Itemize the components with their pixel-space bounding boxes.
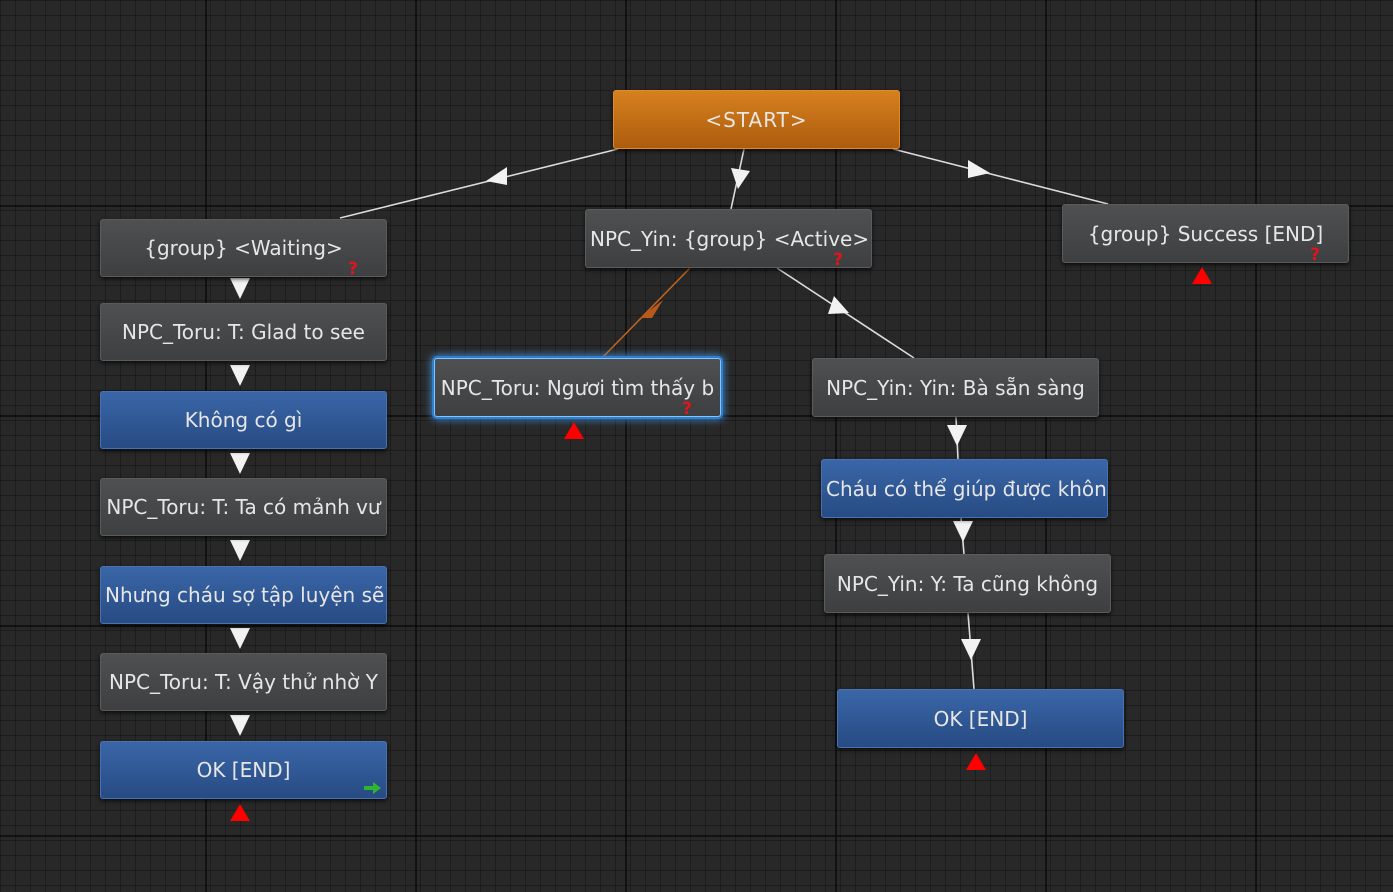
dialogue-node-yin-ta-cung[interactable]: NPC_Yin: Y: Ta cũng không: [824, 554, 1111, 613]
group-active-node[interactable]: NPC_Yin: {group} <Active> ?: [585, 209, 872, 268]
link-arrow-start-success: [968, 160, 990, 178]
link-arrow-start-active: [731, 168, 750, 189]
link-yin-ba-chau: [955, 416, 959, 460]
link-yin-ta-ok: [967, 612, 975, 690]
link-arrow-taco-nhung: [230, 540, 250, 561]
condition-question-icon: ?: [682, 399, 692, 417]
dialogue-node-yin-ba[interactable]: NPC_Yin: Yin: Bà sẵn sàng: [812, 358, 1099, 417]
link-arrow-glad-khong: [230, 365, 250, 386]
group-active-label: NPC_Yin: {group} <Active>: [590, 226, 870, 251]
response-node-label: OK [END]: [933, 706, 1028, 731]
link-arrow-nhung-vay: [230, 628, 250, 649]
dialogue-node-toru-glad[interactable]: NPC_Toru: T: Glad to see: [100, 303, 387, 361]
condition-question-icon: ?: [348, 259, 358, 277]
response-node-chau-co-the[interactable]: Cháu có thể giúp được khôn: [821, 459, 1108, 518]
link-start-waiting: [339, 148, 619, 219]
group-success-label: {group} Success [END]: [1087, 221, 1324, 246]
start-node[interactable]: <START>: [613, 90, 900, 149]
dialogue-node-label: NPC_Yin: Yin: Bà sẵn sàng: [826, 375, 1085, 400]
dialogue-node-label: NPC_Toru: T: Ta có mảnh vư: [106, 495, 381, 519]
end-marker-icon: [966, 753, 986, 770]
link-start-active: [730, 148, 745, 210]
link-start-success: [892, 148, 1109, 205]
response-node-label: Nhưng cháu sợ tập luyện sẽ: [105, 583, 385, 607]
start-node-label: <START>: [705, 107, 808, 132]
response-node-khong-co-gi[interactable]: Không có gì: [100, 391, 387, 449]
response-node-ok-end-right[interactable]: OK [END]: [837, 689, 1124, 748]
link-arrow-active-yin-ba: [828, 296, 849, 314]
dialogue-node-toru-nguoi[interactable]: NPC_Toru: Ngươi tìm thấy b ?: [434, 358, 721, 417]
dialogue-node-label: NPC_Yin: Y: Ta cũng không: [836, 571, 1099, 596]
link-active-yin-ba: [776, 267, 915, 359]
link-chau-yin-ta: [960, 517, 965, 555]
response-node-label: Cháu có thể giúp được khôn: [826, 476, 1107, 501]
dialogue-node-toru-vay[interactable]: NPC_Toru: T: Vậy thử nhờ Y: [100, 653, 387, 711]
group-success-node[interactable]: {group} Success [END] ?: [1062, 204, 1349, 263]
link-arrow-khong-taco: [230, 453, 250, 474]
condition-question-icon: ?: [833, 250, 843, 268]
dialogue-node-label: NPC_Toru: T: Vậy thử nhờ Y: [109, 670, 378, 694]
graph-canvas[interactable]: <START> {group} <Waiting> ? NPC_Yin: {gr…: [0, 0, 1393, 892]
link-arrow-start-waiting: [486, 167, 507, 185]
link-arrow-yin-ta-ok: [961, 639, 981, 660]
end-marker-icon: [1192, 267, 1212, 284]
response-node-label: Không có gì: [184, 408, 303, 432]
group-waiting-node[interactable]: {group} <Waiting> ?: [100, 219, 387, 277]
end-marker-icon: [564, 422, 584, 439]
link-arrow-vay-ok: [230, 715, 250, 736]
response-node-label: OK [END]: [196, 758, 291, 782]
link-arrow-active-toru-nguoi: [640, 300, 663, 318]
group-waiting-label: {group} <Waiting>: [144, 236, 343, 260]
dialogue-node-label: NPC_Toru: Ngươi tìm thấy b: [440, 375, 715, 400]
link-arrow-yin-ba-chau: [947, 425, 967, 446]
condition-question-icon: ?: [1310, 245, 1320, 263]
dialogue-node-label: NPC_Toru: T: Glad to see: [122, 320, 365, 344]
next-arrow-icon: [364, 782, 381, 794]
response-node-nhung-chau[interactable]: Nhưng cháu sợ tập luyện sẽ: [100, 566, 387, 624]
link-arrow-chau-yin-ta: [953, 521, 973, 542]
end-marker-icon: [230, 804, 250, 821]
response-node-ok-end-left[interactable]: OK [END]: [100, 741, 387, 799]
link-active-toru-nguoi: [601, 267, 691, 359]
dialogue-node-toru-ta-co[interactable]: NPC_Toru: T: Ta có mảnh vư: [100, 478, 387, 536]
link-arrow-waiting-glad: [230, 278, 250, 299]
